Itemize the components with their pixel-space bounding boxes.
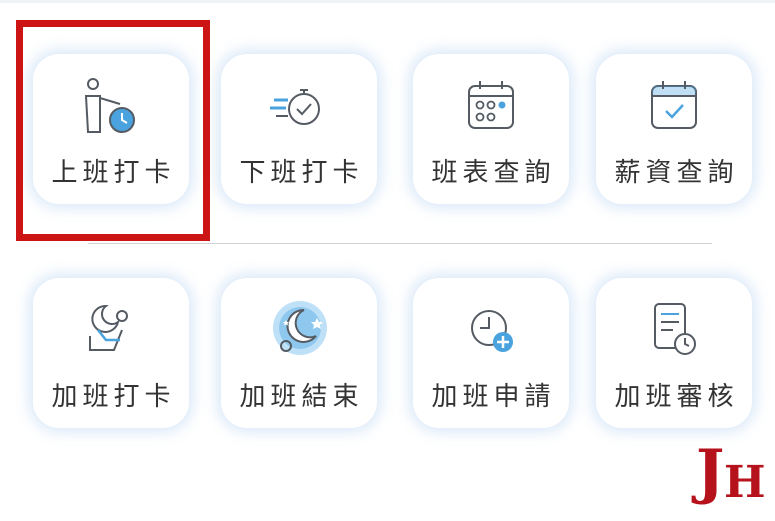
top-divider [0,0,775,3]
logo-letter-j: J [696,437,725,507]
overtime-end-label: 加班結束 [239,382,364,412]
overtime-end-button[interactable]: 加班結束 [221,278,377,428]
clock-plus-icon [456,300,526,360]
overtime-review-button[interactable]: 加班審核 [596,278,752,428]
overtime-review-label: 加班審核 [614,382,739,412]
overtime-apply-label: 加班申請 [431,382,556,412]
clock-out-button[interactable]: 下班打卡 [221,54,377,204]
clock-in-button[interactable]: 上班打卡 [33,54,189,204]
calendar-grid-icon [456,76,526,136]
clock-in-person-icon [76,76,146,136]
overtime-clock-in-icon [76,300,146,360]
stopwatch-check-icon [264,76,334,136]
calendar-check-icon [639,76,709,136]
logo-letter-h: H [724,457,766,508]
salary-query-button[interactable]: 薪資查詢 [596,54,752,204]
overtime-clock-in-button[interactable]: 加班打卡 [33,278,189,428]
clock-out-label: 下班打卡 [239,158,364,188]
schedule-query-label: 班表查詢 [431,158,556,188]
overtime-apply-button[interactable]: 加班申請 [413,278,569,428]
overtime-clock-in-label: 加班打卡 [51,382,176,412]
row-divider [88,243,712,244]
clock-in-label: 上班打卡 [51,158,176,188]
salary-query-label: 薪資查詢 [614,158,739,188]
jh-logo: J H [694,437,766,515]
schedule-query-button[interactable]: 班表查詢 [413,54,569,204]
document-clock-icon [639,300,709,360]
moon-stars-icon [264,300,334,360]
